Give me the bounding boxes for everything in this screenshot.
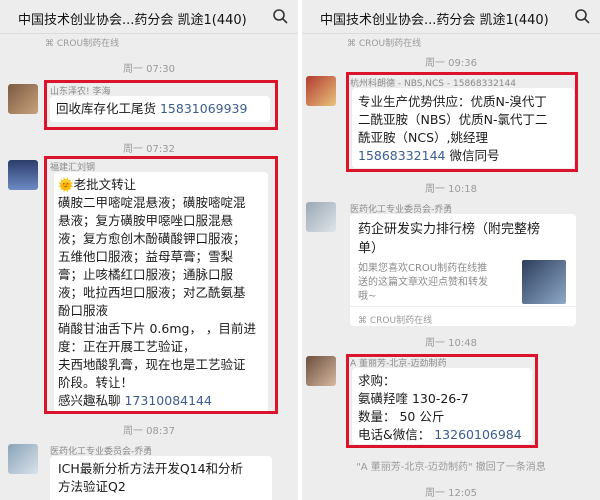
source-label: CROU制药在线 xyxy=(56,39,120,49)
message-line: ICH最新分析方法开发Q14和分析 xyxy=(58,461,244,476)
message-line: 硝酸甘油舌下片 0.6mg， ，目前进 xyxy=(58,321,256,336)
system-notice: "A 董丽芳-北京-迈劲制药" 撤回了一条消息 xyxy=(356,462,546,473)
message-line: 度：正在开展工艺验证， xyxy=(58,339,196,354)
message-bubble[interactable]: ICH最新分析方法开发Q14和分析 方法验证Q2 xyxy=(50,456,272,500)
message-line: 数量： 50 公斤 xyxy=(358,409,445,424)
message-line: 酰亚胺（NCS）,姚经理 xyxy=(358,130,488,145)
chat-title: 中国技术创业协会...药分会 凯途1(440) xyxy=(18,13,247,28)
source-icon: ⌘ xyxy=(347,39,359,49)
timestamp: 周一 08:37 xyxy=(123,426,175,437)
source-strip: ⌘ CROU制药在线 xyxy=(347,36,507,49)
timestamp: 周一 09:36 xyxy=(425,58,477,69)
source-strip: ⌘ CROU制药在线 xyxy=(45,36,205,50)
message-line: 求购： xyxy=(358,373,396,388)
article-thumbnail xyxy=(522,260,566,304)
message-line: 磺胺二甲嘧啶混悬液；磺胺嘧啶混 xyxy=(58,195,246,210)
message-line: 15868332144 微信同号 xyxy=(358,148,500,163)
source-icon: ⌘ xyxy=(358,316,370,326)
message-bubble[interactable]: 回收库存化工尾货 15831069939 xyxy=(50,96,270,122)
chat-title: 中国技术创业协会...药分会 凯途1(440) xyxy=(320,13,549,28)
message-bubble[interactable]: 求购： 氨磺羟喹 130-26-7 数量： 50 公斤 电话&微信： 13260… xyxy=(352,368,532,444)
timestamp: 周一 10:48 xyxy=(425,338,477,349)
timestamp: 周一 07:32 xyxy=(123,144,175,155)
avatar[interactable] xyxy=(306,356,336,386)
avatar[interactable] xyxy=(8,160,38,190)
message-line: 阶段。转让！ xyxy=(58,375,134,390)
timestamp: 周一 07:30 xyxy=(123,64,175,75)
avatar[interactable] xyxy=(306,76,336,106)
message-line: 专业生产优势供应：优质N-溴代丁 xyxy=(358,94,547,109)
avatar[interactable] xyxy=(306,202,336,232)
message-line: 感兴趣私聊 17310084144 xyxy=(58,393,212,408)
message-line: 悬液；复方磺胺甲噁唑口服混悬 xyxy=(58,213,234,228)
article-source: ⌘ CROU制药在线 xyxy=(350,306,576,330)
timestamp: 周一 12:05 xyxy=(425,488,477,499)
phone-link[interactable]: 15831069939 xyxy=(160,101,247,116)
source-icon: ⌘ xyxy=(45,39,57,49)
timestamp: 周一 10:18 xyxy=(425,184,477,195)
message-line: 液；复方愈创木酚磺酸钾口服液； xyxy=(58,231,246,246)
message-text: 回收库存化工尾货 xyxy=(56,101,160,116)
source-label: CROU制药在线 xyxy=(358,39,422,49)
phone-link[interactable]: 15868332144 xyxy=(358,148,445,163)
message-line: 方法验证Q2 xyxy=(58,479,126,494)
sun-emoji: 🌞 xyxy=(58,177,74,192)
message-line: 五维他口服液；益母草膏；雪梨 xyxy=(58,249,234,264)
article-description: 如果您喜欢CROU制药在线推 送的这篇文章欢迎点赞和转发 哦~ xyxy=(358,263,488,302)
chat-header: 中国技术创业协会...药分会 凯途1(440) xyxy=(0,0,298,34)
phone-link[interactable]: 13260106984 xyxy=(434,427,521,442)
message-bubble[interactable]: 🌞老批文转让 磺胺二甲嘧啶混悬液；磺胺嘧啶混 悬液；复方磺胺甲噁唑口服混悬 液；… xyxy=(54,172,268,412)
message-line: 二酰亚胺（NBS）优质N-氯代丁二 xyxy=(358,112,548,127)
phone-link[interactable]: 17310084144 xyxy=(124,393,211,408)
message-bubble[interactable]: 专业生产优势供应：优质N-溴代丁 二酰亚胺（NBS）优质N-氯代丁二 酰亚胺（N… xyxy=(352,88,574,168)
avatar[interactable] xyxy=(8,84,38,114)
message-line: 电话&微信： 13260106984 xyxy=(358,427,522,442)
message-line: 夫西地酸乳膏，现在也是工艺验证 xyxy=(58,357,246,372)
message-line: 🌞老批文转让 xyxy=(58,177,137,192)
article-card[interactable]: 药企研发实力排行榜（附完整榜 单） 如果您喜欢CROU制药在线推 送的这篇文章欢… xyxy=(350,214,576,326)
search-icon[interactable] xyxy=(574,8,590,24)
message-line: 膏；止咳橘红口服液；通脉口服 xyxy=(58,267,234,282)
avatar[interactable] xyxy=(8,444,38,474)
search-icon[interactable] xyxy=(272,8,288,24)
article-title: 单） xyxy=(358,241,385,256)
message-line: 氨磺羟喹 130-26-7 xyxy=(358,391,469,406)
left-chat-panel: 中国技术创业协会...药分会 凯途1(440) ⌘ CROU制药在线 周一 07… xyxy=(0,0,298,500)
chat-header: 中国技术创业协会...药分会 凯途1(440) xyxy=(302,0,600,34)
article-title: 药企研发实力排行榜（附完整榜 xyxy=(358,222,541,237)
message-line: 酚口服液 xyxy=(58,303,109,318)
right-chat-panel: 中国技术创业协会...药分会 凯途1(440) ⌘ CROU制药在线 周一 09… xyxy=(302,0,600,500)
message-line: 液；吡拉西坦口服液；对乙酰氨基 xyxy=(58,285,246,300)
